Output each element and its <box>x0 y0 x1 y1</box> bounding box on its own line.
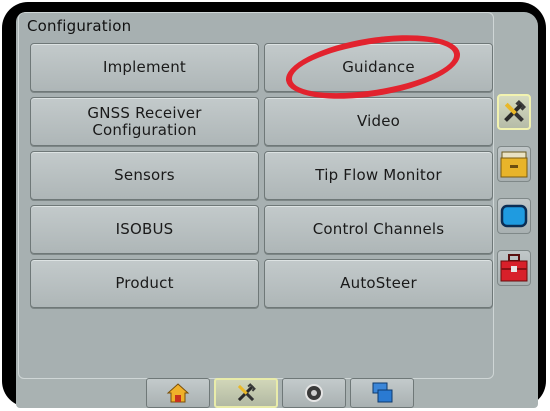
speaker-icon <box>305 384 323 402</box>
sidebar-item-display[interactable] <box>497 198 531 234</box>
tab-home[interactable] <box>146 378 210 408</box>
tip-flow-monitor-button[interactable]: Tip Flow Monitor <box>264 151 493 200</box>
video-button[interactable]: Video <box>264 97 493 146</box>
tools-icon <box>237 383 256 402</box>
device-bezel: Configuration Implement Guidance GNSS Re… <box>2 2 546 408</box>
sensors-button[interactable]: Sensors <box>30 151 259 200</box>
tab-speaker[interactable] <box>282 378 346 408</box>
control-channels-button[interactable]: Control Channels <box>264 205 493 254</box>
tab-tools[interactable] <box>214 378 278 408</box>
guidance-button[interactable]: Guidance <box>264 43 493 92</box>
configuration-panel: Configuration Implement Guidance GNSS Re… <box>18 12 494 379</box>
windows-icon <box>372 382 393 403</box>
folder-icon <box>500 151 528 178</box>
isobus-button[interactable]: ISOBUS <box>30 205 259 254</box>
autosteer-button[interactable]: AutoSteer <box>264 259 493 308</box>
panel-title: Configuration <box>27 17 132 35</box>
implement-button[interactable]: Implement <box>30 43 259 92</box>
screen: Configuration Implement Guidance GNSS Re… <box>16 12 538 408</box>
sidebar-item-toolbox[interactable] <box>497 250 531 286</box>
toolbox-icon <box>500 254 528 282</box>
sidebar-item-folder[interactable] <box>497 146 531 182</box>
gnss-receiver-configuration-button[interactable]: GNSS Receiver Configuration <box>30 97 259 146</box>
tab-windows[interactable] <box>350 378 414 408</box>
product-button[interactable]: Product <box>30 259 259 308</box>
home-icon <box>166 383 190 403</box>
sidebar-item-tools[interactable] <box>497 94 531 130</box>
gnss-receiver-configuration-label: GNSS Receiver Configuration <box>87 103 202 139</box>
display-icon <box>500 204 528 228</box>
tools-icon <box>504 99 527 122</box>
bottom-tab-bar <box>146 378 418 408</box>
